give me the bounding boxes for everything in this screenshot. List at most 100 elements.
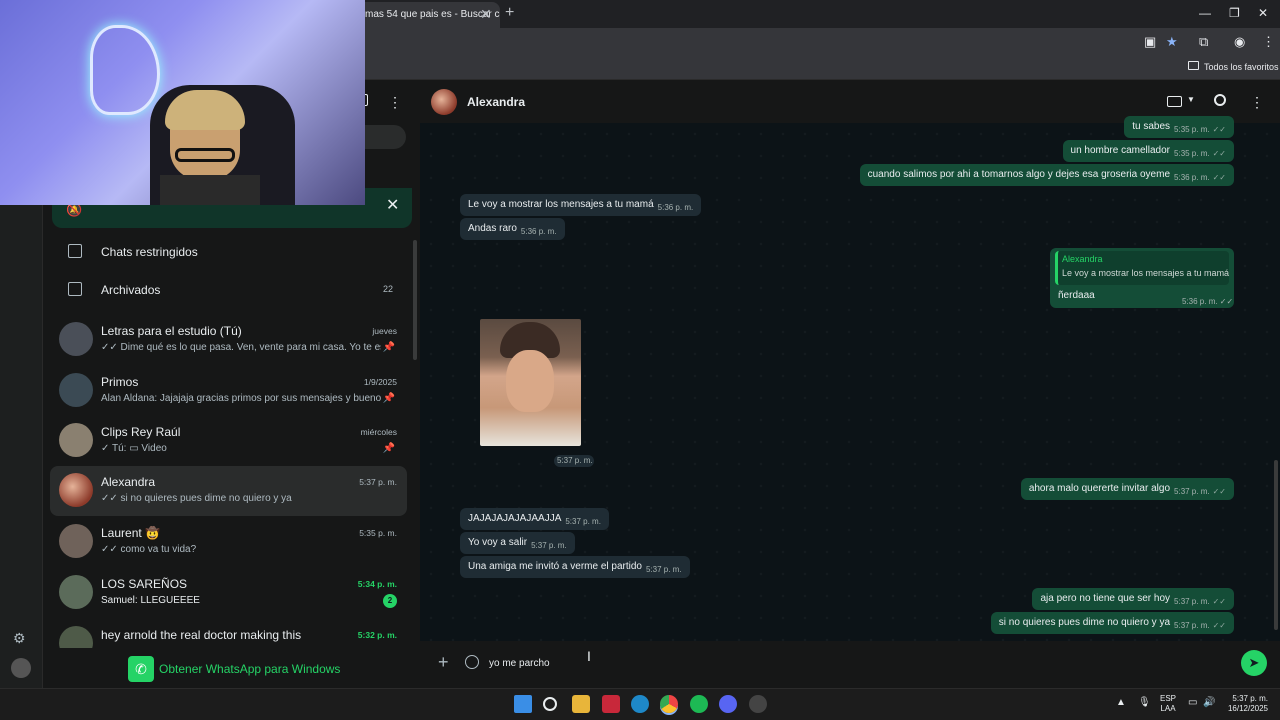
message-bubble-incoming[interactable]: Andas raro 5:36 p. m. (460, 218, 565, 240)
message-text: JAJAJAJAJAJAAJJA (468, 513, 562, 524)
quoted-author: Alexandra (1062, 254, 1103, 264)
tab-close-icon[interactable]: ✕ (480, 6, 492, 23)
sidebar-menu-icon[interactable]: ⋮ (388, 94, 402, 111)
contact-avatar[interactable] (431, 89, 457, 115)
profile-avatar[interactable] (11, 658, 31, 678)
edge-browser-icon[interactable] (631, 695, 649, 713)
network-icon[interactable]: ▭ (1188, 697, 1197, 708)
chat-list-item[interactable]: Alexandra 5:37 p. m. ✓✓ si no quieres pu… (50, 466, 407, 516)
message-time: 5:37 p. m. (645, 565, 682, 574)
chrome-icon[interactable] (660, 695, 678, 713)
sidebar-scrollbar[interactable] (413, 240, 417, 360)
send-button[interactable]: ➤ (1241, 650, 1267, 676)
quoted-text: Le voy a mostrar los mensajes a tu mamá (1062, 268, 1230, 278)
message-time: 5:37 p. m. (531, 541, 567, 550)
message-time: 5:37 p. m. (1174, 487, 1210, 496)
close-window-icon[interactable]: ✕ (1258, 6, 1268, 20)
read-receipt-icon: ✓✓ (1212, 487, 1226, 496)
all-bookmarks-link[interactable]: Todos los favoritos (1204, 62, 1279, 72)
message-text: ñerdaaa (1058, 290, 1095, 301)
chat-list-item[interactable]: Laurent 🤠 5:35 p. m. ✓✓ como va tu vida? (50, 517, 407, 567)
app-tray-icon[interactable] (749, 695, 767, 713)
message-text: tu sabes (1132, 121, 1171, 132)
message-time: 5:37 p. m. (1174, 597, 1210, 606)
folder-icon (1188, 61, 1199, 70)
message-bubble-incoming[interactable]: Le voy a mostrar los mensajes a tu mamá 5… (460, 194, 702, 216)
emoji-sticker-icon[interactable] (465, 655, 479, 669)
lock-icon (68, 244, 82, 258)
message-bubble-outgoing[interactable]: un hombre camellador 5:35 p. m. ✓✓ (1062, 140, 1234, 162)
message-bubble-outgoing[interactable]: cuando salimos por ahi a tomarnos algo y… (859, 164, 1234, 186)
message-time: 5:36 p. m. (520, 227, 557, 236)
message-time: 5:35 p. m. (1174, 149, 1210, 158)
app-red-icon[interactable] (602, 695, 620, 713)
banner-close-icon[interactable]: ✕ (386, 195, 399, 215)
spotify-icon[interactable] (690, 695, 708, 713)
chat-scrollbar[interactable] (1274, 460, 1278, 630)
chat-list-item[interactable]: Clips Rey Raúl miércoles ✓ Tú: ▭ Video 📌 (50, 416, 407, 466)
chat-preview: ✓✓ como va tu vida? (101, 544, 197, 555)
message-text: Le voy a mostrar los mensajes a tu mamá (468, 199, 654, 210)
archived-label: Archivados (101, 283, 161, 297)
chevron-down-icon[interactable]: ▼ (1187, 95, 1195, 104)
taskbar-clock[interactable]: 5:37 p. m. 16/12/2025 (1222, 694, 1268, 714)
microphone-icon[interactable]: 🎙 (1138, 697, 1151, 708)
settings-gear-icon[interactable]: ⚙ (13, 630, 26, 647)
chat-time: 5:32 p. m. (357, 630, 397, 640)
message-time: 5:37 p. m. (565, 517, 601, 526)
attach-plus-icon[interactable]: + (438, 652, 449, 673)
chat-name: Laurent 🤠 (101, 526, 160, 540)
pin-icon: 📌 (382, 393, 395, 404)
chat-preview: Samuel: LLEGUEEEE (101, 595, 200, 606)
minimize-icon[interactable]: — (1199, 6, 1211, 20)
message-bubble-incoming[interactable]: Yo voy a salir 5:37 p. m. (460, 532, 575, 554)
input-language[interactable]: ESP LAA (1160, 694, 1176, 714)
cast-icon[interactable]: ▣ (1144, 34, 1156, 50)
read-receipt-icon: ✓✓ (1212, 125, 1226, 134)
video-call-icon[interactable] (1167, 96, 1182, 107)
profile-icon[interactable]: ◉ (1234, 34, 1245, 50)
unread-badge: 2 (383, 594, 397, 608)
message-text: aja pero no tiene que ser hoy (1040, 593, 1171, 604)
message-bubble-outgoing[interactable]: aja pero no tiene que ser hoy 5:37 p. m. ✓… (1032, 588, 1234, 610)
taskbar-search-icon[interactable] (543, 697, 557, 711)
chat-list-item[interactable]: LOS SAREÑOS 5:34 p. m. Samuel: LLEGUEEEE… (50, 568, 407, 618)
chat-preview: ✓✓ si no quieres pues dime no quiero y y… (101, 493, 292, 504)
new-tab-icon[interactable]: + (505, 4, 514, 22)
chat-time: 5:35 p. m. (359, 528, 397, 538)
group-avatar-icon (59, 373, 93, 407)
restricted-chats-label: Chats restringidos (101, 245, 198, 259)
chat-name: hey arnold the real doctor making this (101, 628, 302, 642)
chat-menu-icon[interactable]: ⋮ (1250, 94, 1264, 111)
bookmark-star-icon[interactable]: ★ (1166, 34, 1178, 50)
chat-name: Alexandra (101, 475, 156, 489)
archived-item[interactable]: Archivados 22 (52, 271, 407, 309)
message-input[interactable] (489, 656, 1209, 670)
discord-icon[interactable] (719, 695, 737, 713)
search-icon[interactable] (1214, 94, 1226, 106)
extensions-icon[interactable]: ⧉ (1199, 34, 1208, 50)
read-receipt-icon: ✓✓ (1212, 597, 1226, 606)
get-whatsapp-link[interactable]: Obtener WhatsApp para Windows (159, 662, 340, 676)
message-bubble-outgoing[interactable]: si no quieres pues dime no quiero y ya 5:… (990, 612, 1234, 634)
browser-tab[interactable]: mas 54 que pais es - Buscar co (355, 2, 500, 28)
chat-list-item[interactable]: Primos 1/9/2025 Alan Aldana: Jajajaja gr… (50, 366, 407, 416)
chat-list-item[interactable]: hey arnold the real doctor making this 5… (50, 619, 407, 648)
chat-name: Letras para el estudio (Tú) (101, 324, 242, 338)
chat-list-item[interactable]: Letras para el estudio (Tú) jueves ✓✓ Di… (50, 315, 407, 365)
windows-start-icon[interactable] (514, 695, 532, 713)
contact-name[interactable]: Alexandra (467, 95, 525, 109)
message-bubble-outgoing[interactable]: tu sabes 5:35 p. m. ✓✓ (1124, 116, 1234, 138)
message-bubble-incoming[interactable]: Una amiga me invitó a verme el partido 5:… (460, 556, 690, 578)
restricted-chats-item[interactable]: Chats restringidos (52, 233, 407, 271)
neon-light (90, 25, 160, 115)
browser-menu-icon[interactable]: ⋮ (1262, 34, 1275, 50)
show-hidden-icons-icon[interactable]: ▲ (1116, 697, 1126, 708)
person-glasses (175, 148, 235, 162)
file-explorer-icon[interactable] (572, 695, 590, 713)
message-bubble-incoming[interactable]: JAJAJAJAJAJAAJJA 5:37 p. m. (460, 508, 609, 530)
message-bubble-outgoing[interactable]: ahora malo quererte invitar algo 5:37 p. … (1020, 478, 1234, 500)
volume-icon[interactable]: 🔊 (1203, 697, 1215, 708)
chat-name: LOS SAREÑOS (101, 577, 188, 591)
restore-icon[interactable]: ❐ (1229, 6, 1240, 20)
